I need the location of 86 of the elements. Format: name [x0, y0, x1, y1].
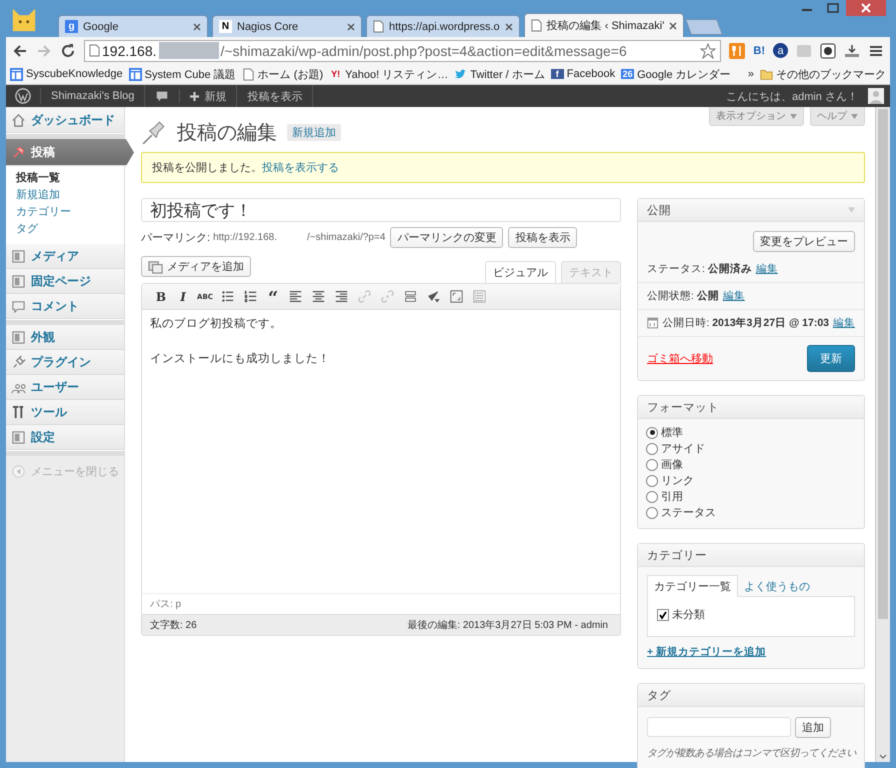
bookmark-label: SyscubeKnowledge	[26, 68, 123, 80]
format-option[interactable]: 画像	[646, 457, 856, 472]
greeting-text[interactable]: こんにちは、admin さん！	[716, 85, 868, 107]
permalink-url: /~shimazaki/?p=4	[307, 232, 386, 243]
post-paragraph: 私のブログ初投稿です。	[150, 316, 283, 331]
bookmark-label: Yahoo! リスティン…	[345, 68, 448, 82]
trash-link[interactable]: ゴミ箱へ移動	[647, 351, 713, 366]
category-tab[interactable]: よく使うもの	[738, 576, 816, 597]
browser-tab[interactable]: https://api.wordpress.o	[366, 15, 520, 37]
permalink-url: http://192.168.	[213, 232, 278, 243]
browser-tab[interactable]: 投稿の編集 ‹ Shimazaki'	[524, 13, 684, 37]
add-category-link[interactable]: + 新規カテゴリーを追加	[647, 645, 766, 659]
publish-info: 公開状態: 公開	[647, 289, 719, 303]
category-tab[interactable]: カテゴリー一覧	[647, 575, 738, 597]
favicon-icon: N	[219, 20, 232, 33]
submenu-item[interactable]: 新規追加	[16, 187, 124, 204]
update-button[interactable]: 更新	[807, 345, 855, 372]
screen-options-button[interactable]: 表示オプション	[709, 107, 804, 126]
tag-hint: タグが複数ある場合はコンマで区切ってください	[647, 746, 858, 760]
category-label: 未分類	[672, 608, 705, 622]
favicon-icon: f	[550, 69, 564, 79]
toolbar-button[interactable]: B	[150, 290, 172, 304]
menu-item[interactable]: ツール	[6, 400, 124, 425]
view-post-link[interactable]: 投稿を表示する	[262, 162, 339, 174]
permalink-label: パーマリンク:	[141, 231, 210, 245]
publish-info: 公開日時: 2013年3月27日 @ 17:03	[662, 316, 829, 330]
format-option[interactable]: 引用	[646, 489, 856, 504]
add-tag-button[interactable]: 追加	[795, 717, 831, 738]
extension-button[interactable]: B!	[753, 44, 765, 56]
box-title: フォーマット	[647, 400, 719, 414]
edit-link[interactable]: 編集	[756, 262, 778, 276]
submenu-item[interactable]: タグ	[16, 221, 124, 238]
post-paragraph: インストールにも成功しました！	[150, 352, 331, 366]
other-bookmarks[interactable]: その他のブックマーク	[776, 66, 886, 82]
submenu-item[interactable]: 投稿一覧	[16, 170, 124, 187]
menu-item[interactable]: ユーザー	[6, 375, 124, 400]
page-title: 投稿の編集	[177, 121, 277, 146]
menu-item[interactable]: 投稿	[6, 139, 134, 166]
menu-item[interactable]: 外観	[6, 325, 124, 350]
toolbar-button[interactable]: “	[262, 288, 284, 304]
format-option[interactable]: ステータス	[646, 505, 856, 520]
add-media-button[interactable]: メディアを追加	[141, 256, 251, 277]
preview-button[interactable]: 変更をプレビュー	[753, 231, 855, 252]
box-title: 公開	[647, 204, 671, 218]
favicon-icon: Y!	[329, 69, 342, 79]
menu-item[interactable]: 設定	[6, 425, 124, 450]
bookmark-label: Twitter / ホーム	[470, 68, 545, 82]
bookmark-label: System Cube 議題	[144, 68, 236, 82]
last-edited-text: 最後の編集: 2013年3月27日 5:03 PM - admin	[407, 619, 608, 632]
bookmark-label: Facebook	[566, 68, 616, 80]
favicon-icon: 26	[621, 69, 634, 79]
browser-tab[interactable]: N Nagios Core	[212, 15, 362, 37]
menu-item[interactable]: メディア	[6, 244, 124, 269]
submenu-item[interactable]: カテゴリー	[16, 204, 124, 221]
menu-item[interactable]: 固定ページ	[6, 269, 124, 294]
add-new-button[interactable]: 新規追加	[287, 124, 341, 141]
bookmark-label: Google カレンダー	[637, 68, 731, 82]
format-option[interactable]: 標準	[646, 425, 856, 440]
box-title: タグ	[647, 688, 671, 702]
view-post-link[interactable]: 投稿を表示	[237, 85, 314, 107]
new-link[interactable]: 新規	[204, 88, 226, 104]
edit-link[interactable]: 編集	[833, 316, 855, 330]
address-path: /~shimazaki/wp-admin/post.php?post=4&action=edit&message=6	[220, 42, 627, 58]
toolbar-button[interactable]: I	[172, 290, 194, 304]
more-bookmarks-button[interactable]: »	[748, 68, 754, 80]
extension-button[interactable]: a	[773, 43, 788, 58]
menu-item[interactable]: コメント	[6, 294, 124, 319]
format-option[interactable]: リンク	[646, 473, 856, 488]
word-count: 文字数: 26	[150, 618, 197, 632]
address-host: 192.168.	[102, 42, 156, 58]
address-bar[interactable]: 192.168. /~shimazaki/wp-admin/post.php?post=4&action=edit&message=6	[84, 40, 722, 62]
title-field[interactable]: 初投稿です！	[141, 198, 621, 222]
edit-link[interactable]: 編集	[722, 289, 745, 303]
change-permalink-button[interactable]: パーマリンクの変更	[390, 227, 504, 248]
box-title: カテゴリー	[647, 548, 707, 562]
favicon-icon: g	[65, 20, 78, 33]
view-post-button[interactable]: 投稿を表示	[508, 227, 578, 248]
bookmark-label: ホーム (お題)	[258, 68, 324, 82]
browser-tab[interactable]: g Google	[58, 15, 208, 37]
format-option[interactable]: アサイド	[646, 441, 856, 456]
help-button[interactable]: ヘルプ	[810, 107, 865, 126]
publish-info: ステータス: 公開済み	[647, 262, 752, 276]
editor-tab[interactable]: ビジュアル	[485, 261, 556, 283]
menu-item[interactable]: ダッシュボード	[6, 108, 124, 133]
menu-item[interactable]: プラグイン	[6, 350, 124, 375]
notice-text: 投稿を公開しました。投稿を表示する	[152, 162, 339, 174]
